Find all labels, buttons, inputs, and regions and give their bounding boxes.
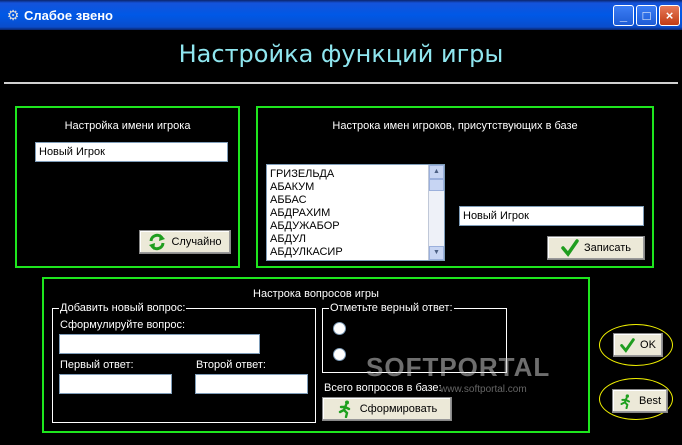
second-answer-input[interactable] — [195, 374, 308, 394]
checkmark-icon — [561, 239, 579, 257]
random-name-button[interactable]: Случайно — [139, 230, 231, 254]
ok-button[interactable]: OK — [613, 333, 663, 357]
window-title: Слабое звено — [24, 8, 113, 23]
checkmark-icon — [620, 337, 635, 353]
player-name-panel-title: Настройка имени игрока — [64, 120, 191, 132]
scroll-up-icon[interactable]: ▲ — [429, 165, 444, 179]
random-name-button-label: Случайно — [171, 236, 222, 248]
best-button-label: Best — [638, 395, 661, 407]
title-bar: ⚙ Слабое звено _ □ × — [0, 0, 682, 30]
first-answer-input[interactable] — [59, 374, 172, 394]
second-answer-radio[interactable] — [333, 348, 346, 361]
running-man-icon — [620, 393, 630, 409]
add-question-legend: Добавить новый вопрос: — [59, 302, 187, 314]
list-item[interactable]: АБДУЛ — [270, 233, 343, 246]
second-answer-label: Второй ответ: — [196, 359, 266, 371]
softportal-watermark: SOFTPORTAL — [366, 352, 551, 382]
player-names-list: ГРИЗЕЛЬДА АБАКУМ АББАС АБДРАХИМ АБДУЖАБОР АБД… — [270, 168, 343, 259]
list-item[interactable]: ГРИЗЕЛЬДА — [270, 168, 343, 181]
question-input[interactable] — [59, 334, 260, 354]
page-heading: Настройка функций игры — [178, 40, 504, 68]
ok-button-label: OK — [640, 339, 656, 351]
questions-panel-title: Настрока вопросов игры — [253, 288, 379, 300]
listbox-scrollbar[interactable]: ▲ ▼ — [428, 165, 444, 260]
db-name-edit-input[interactable] — [459, 206, 644, 226]
question-label: Сформулируйте вопрос: — [60, 319, 186, 331]
list-item[interactable]: АБДУЖАБОР — [270, 220, 343, 233]
total-questions-label: Всего вопросов в базе: — [324, 382, 442, 394]
save-name-button[interactable]: Записать — [547, 236, 645, 260]
running-man-icon — [338, 400, 350, 418]
scroll-thumb[interactable] — [429, 179, 444, 191]
heading-divider — [4, 82, 678, 84]
player-name-input[interactable] — [35, 142, 228, 162]
list-item[interactable]: АБДРАХИМ — [270, 207, 343, 220]
app-gear-icon[interactable]: ⚙ — [5, 7, 21, 23]
first-answer-radio[interactable] — [333, 322, 346, 335]
softportal-watermark-url: www.softportal.com — [440, 384, 527, 395]
minimize-button[interactable]: _ — [613, 5, 634, 26]
close-button[interactable]: × — [659, 5, 680, 26]
form-questions-button-label: Сформировать — [359, 403, 438, 415]
list-item[interactable]: АБДУЛКАСИР — [270, 246, 343, 259]
first-answer-label: Первый ответ: — [60, 359, 134, 371]
player-names-listbox[interactable]: ГРИЗЕЛЬДА АБАКУМ АББАС АБДРАХИМ АБДУЖАБОР АБД… — [266, 164, 445, 261]
form-questions-button[interactable]: Сформировать — [322, 397, 452, 421]
db-names-panel-title: Настрока имен игроков, присутствующих в … — [332, 120, 578, 132]
list-item[interactable]: АББАС — [270, 194, 343, 207]
correct-answer-legend: Отметьте верный ответ: — [329, 302, 454, 314]
refresh-icon — [149, 233, 166, 251]
scroll-down-icon[interactable]: ▼ — [429, 246, 444, 260]
best-button[interactable]: Best — [612, 389, 668, 413]
save-name-button-label: Записать — [583, 242, 631, 254]
list-item[interactable]: АБАКУМ — [270, 181, 343, 194]
maximize-button[interactable]: □ — [636, 5, 657, 26]
